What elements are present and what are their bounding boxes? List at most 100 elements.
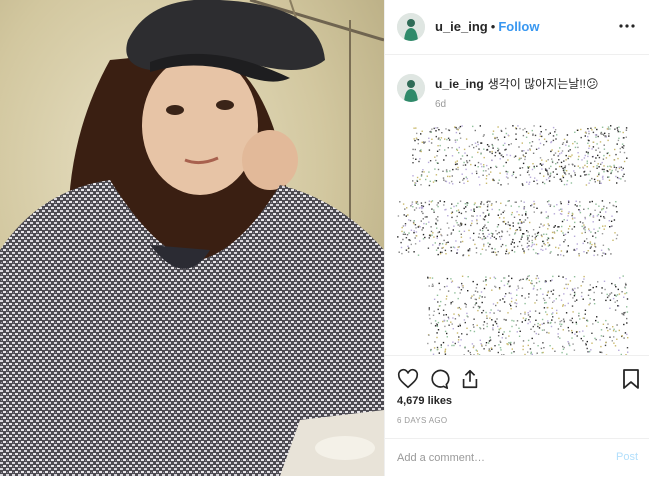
comments-area[interactable]: u_ie_ing생각이 많아지는날!!😕 6d <box>385 55 649 355</box>
noise-pixel <box>598 172 599 173</box>
noise-pixel <box>587 153 588 154</box>
noise-pixel <box>504 143 505 144</box>
noise-pixel <box>429 141 430 142</box>
follow-button[interactable]: Follow <box>498 19 539 34</box>
noise-pixel <box>591 178 592 179</box>
noise-pixel <box>498 215 499 216</box>
noise-pixel <box>413 223 414 224</box>
post-timestamp[interactable]: 6 DAYS AGO <box>397 416 447 425</box>
noise-pixel <box>483 328 484 329</box>
noise-pixel <box>507 159 508 160</box>
noise-pixel <box>533 203 534 204</box>
noise-pixel <box>507 344 508 345</box>
noise-pixel <box>466 177 467 178</box>
noise-pixel <box>602 176 603 177</box>
noise-pixel <box>560 213 561 214</box>
heart-icon[interactable] <box>397 368 419 390</box>
more-options-icon[interactable] <box>618 17 636 35</box>
noise-pixel <box>548 216 549 217</box>
noise-pixel <box>445 331 446 332</box>
noise-pixel <box>510 344 511 345</box>
post-photo[interactable] <box>0 0 384 476</box>
username-link[interactable]: u_ie_ing <box>435 19 488 34</box>
noise-pixel <box>476 207 477 208</box>
noise-pixel <box>470 330 471 331</box>
noise-pixel <box>561 320 562 321</box>
noise-pixel <box>618 127 619 128</box>
noise-pixel <box>602 200 603 201</box>
noise-pixel <box>604 281 605 282</box>
noise-pixel <box>414 140 415 141</box>
noise-pixel <box>484 238 485 239</box>
noise-pixel <box>448 290 449 291</box>
noise-pixel <box>602 178 603 179</box>
noise-pixel <box>452 301 453 302</box>
noise-pixel <box>478 148 479 149</box>
noise-pixel <box>568 343 569 344</box>
noise-pixel <box>590 171 591 172</box>
noise-pixel <box>485 279 486 280</box>
noise-pixel <box>505 205 506 206</box>
noise-pixel <box>568 228 569 229</box>
noise-pixel <box>588 228 589 229</box>
noise-pixel <box>588 208 589 209</box>
noise-pixel <box>457 307 458 308</box>
noise-pixel <box>558 159 559 160</box>
caption-time[interactable]: 6d <box>435 99 446 110</box>
noise-pixel <box>551 279 552 280</box>
noise-pixel <box>460 224 461 225</box>
comment-bubble-icon[interactable] <box>428 368 450 390</box>
noise-pixel <box>511 243 512 244</box>
noise-pixel <box>599 152 600 153</box>
noise-pixel <box>624 287 625 288</box>
noise-pixel <box>574 288 575 289</box>
noise-pixel <box>440 252 441 253</box>
noise-pixel <box>543 298 544 299</box>
noise-pixel <box>515 133 516 134</box>
noise-pixel <box>450 322 451 323</box>
noise-pixel <box>419 207 420 208</box>
noise-pixel <box>427 176 428 177</box>
noise-pixel <box>561 211 562 212</box>
noise-pixel <box>572 213 573 214</box>
post-comment-button[interactable]: Post <box>616 451 638 463</box>
noise-pixel <box>502 231 503 232</box>
noise-pixel <box>468 350 469 351</box>
noise-pixel <box>590 241 591 242</box>
user-avatar[interactable] <box>397 13 425 41</box>
noise-pixel <box>533 326 534 327</box>
caption-avatar[interactable] <box>397 74 425 102</box>
noise-pixel <box>504 277 505 278</box>
noise-pixel <box>504 301 505 302</box>
noise-pixel <box>563 293 564 294</box>
noise-pixel <box>530 321 531 322</box>
noise-pixel <box>471 220 472 221</box>
share-icon[interactable] <box>459 368 481 390</box>
noise-pixel <box>463 178 464 179</box>
noise-pixel <box>626 130 627 131</box>
noise-pixel <box>595 134 596 135</box>
noise-pixel <box>539 173 540 174</box>
noise-pixel <box>472 156 473 157</box>
caption-username[interactable]: u_ie_ing <box>435 77 484 91</box>
noise-pixel <box>486 284 487 285</box>
noise-pixel <box>561 231 562 232</box>
noise-pixel <box>520 229 521 230</box>
noise-pixel <box>461 125 462 126</box>
noise-pixel <box>602 134 603 135</box>
noise-pixel <box>460 325 461 326</box>
noise-pixel <box>626 127 627 128</box>
noise-pixel <box>579 210 580 211</box>
noise-pixel <box>479 233 480 234</box>
noise-pixel <box>557 254 558 255</box>
noise-pixel <box>480 163 481 164</box>
noise-pixel <box>572 218 573 219</box>
noise-pixel <box>498 232 499 233</box>
comment-input[interactable] <box>397 448 597 468</box>
bookmark-icon[interactable] <box>621 368 641 390</box>
noise-pixel <box>493 180 494 181</box>
noise-pixel <box>529 275 530 276</box>
noise-pixel <box>454 247 455 248</box>
likes-count[interactable]: 4,679 likes <box>397 395 452 407</box>
noise-pixel <box>415 243 416 244</box>
